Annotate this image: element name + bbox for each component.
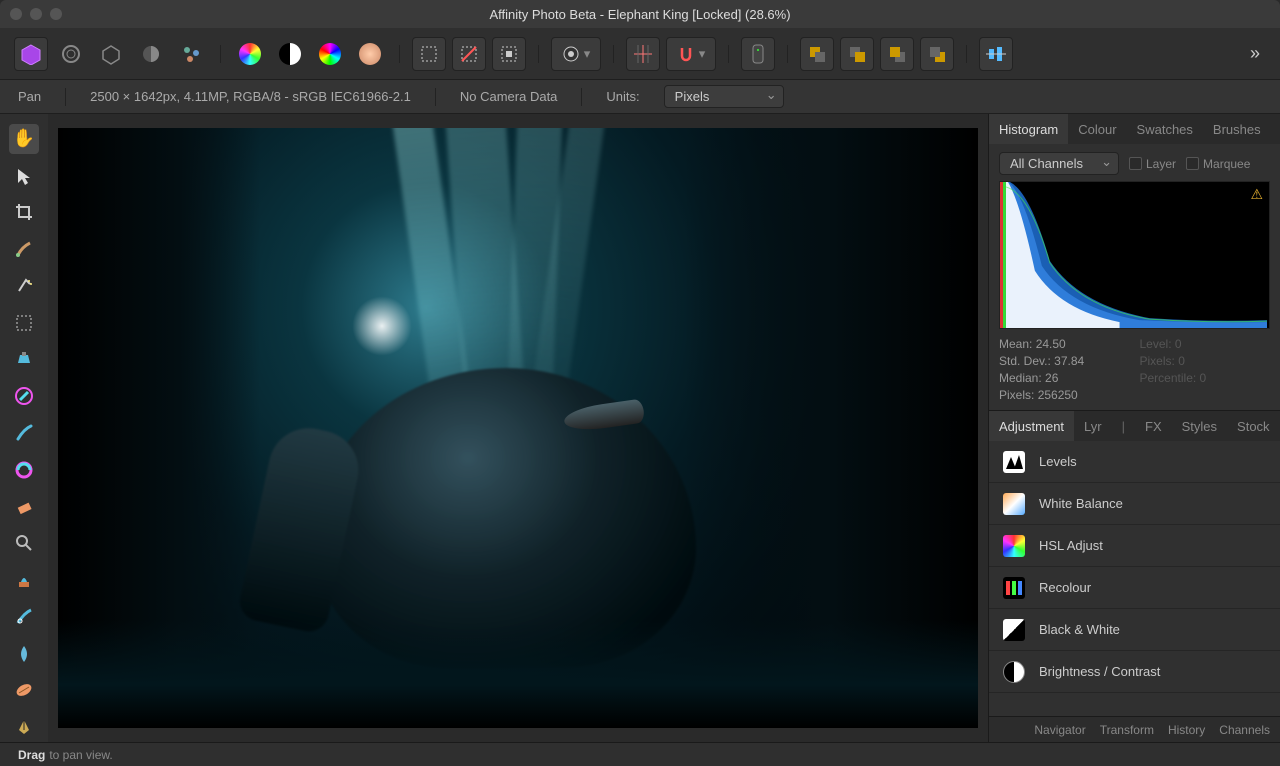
persona-export-button[interactable] [174,37,208,71]
camera-data-label: No Camera Data [460,89,558,104]
tab-history[interactable]: History [1168,723,1205,737]
healing-brush-tool[interactable] [9,602,39,632]
tab-navigator[interactable]: Navigator [1034,723,1085,737]
document-dims-label: 2500 × 1642px, 4.11MP, RGBA/8 - sRGB IEC… [90,89,411,104]
flood-fill-tool[interactable] [9,345,39,375]
soft-circle-icon[interactable] [353,37,387,71]
tab-styles[interactable]: Styles [1172,411,1227,441]
main-toolbar: ▾ ▾ » [0,28,1280,80]
tab-histogram[interactable]: Histogram [989,114,1068,144]
tab-swatches[interactable]: Swatches [1127,114,1203,144]
document-canvas[interactable] [58,128,978,728]
tab-transform[interactable]: Transform [1100,723,1154,737]
active-tool-label: Pan [18,89,41,104]
adjustment-levels[interactable]: Levels [989,441,1280,483]
color-replacement-tool[interactable] [9,455,39,485]
arrange-backward-button[interactable] [840,37,874,71]
bw-icon [1003,619,1025,641]
units-select[interactable]: Pixels [664,85,784,108]
hue-circle-icon[interactable] [313,37,347,71]
adjustment-brightness-contrast[interactable]: Brightness / Contrast [989,651,1280,693]
units-label: Units: [606,89,639,104]
patch-tool[interactable] [9,675,39,705]
quick-mask-button[interactable]: ▾ [551,37,601,71]
persona-photo-button[interactable] [14,37,48,71]
zoom-tool[interactable] [9,528,39,558]
clone-tool[interactable] [9,565,39,595]
rgb-wheel-icon[interactable] [233,37,267,71]
tools-panel: ✋ [0,114,48,742]
marquee-tool[interactable] [9,308,39,338]
persona-tone-button[interactable] [134,37,168,71]
histogram-stats: Mean: 24.50 Level: 0 Std. Dev.: 37.84 Pi… [999,337,1270,402]
channel-select[interactable]: All Channels [999,152,1119,175]
window-title: Affinity Photo Beta - Elephant King [Loc… [0,7,1280,22]
selection-rect-button[interactable] [412,37,446,71]
recolour-icon [1003,577,1025,599]
adjustment-white-balance[interactable]: White Balance [989,483,1280,525]
crop-tool[interactable] [9,198,39,228]
tab-layers[interactable]: Lyr [1074,411,1112,441]
hsl-icon [1003,535,1025,557]
tab-colour[interactable]: Colour [1068,114,1126,144]
bw-circle-icon[interactable] [273,37,307,71]
marquee-checkbox[interactable]: Marquee [1186,157,1250,171]
tab-stock[interactable]: Stock [1227,411,1280,441]
status-hint-text: to pan view. [49,748,112,762]
assistant-button[interactable] [741,37,775,71]
adjustment-recolour[interactable]: Recolour [989,567,1280,609]
persona-liquify-button[interactable] [54,37,88,71]
snapping-button[interactable]: ▾ [666,37,716,71]
canvas-viewport[interactable] [48,114,988,742]
pen-tool[interactable] [9,712,39,742]
arrange-front-button[interactable] [920,37,954,71]
move-tool[interactable] [9,161,39,191]
grid-toggle-button[interactable] [626,37,660,71]
flood-select-tool[interactable] [9,271,39,301]
persona-develop-button[interactable] [94,37,128,71]
levels-icon [1003,451,1025,473]
erase-tool[interactable] [9,492,39,522]
gradient-tool[interactable] [9,381,39,411]
arrange-back-button[interactable] [800,37,834,71]
tab-channels[interactable]: Channels [1219,723,1270,737]
brightness-contrast-icon [1003,661,1025,683]
histogram-panel: All Channels Layer Marquee ⚠ Mean: 24.50… [989,144,1280,410]
status-hint-bold: Drag [18,748,45,762]
status-bar: Drag to pan view. [0,742,1280,766]
top-panel-tabs: Histogram Colour Swatches Brushes [989,114,1280,144]
layer-checkbox[interactable]: Layer [1129,157,1176,171]
adjustment-hsl[interactable]: HSL Adjust [989,525,1280,567]
adjustment-bw[interactable]: Black & White [989,609,1280,651]
tab-adjustment[interactable]: Adjustment [989,411,1074,441]
bottom-panel-tabs: Navigator Transform History Channels [989,716,1280,742]
selection-invert-button[interactable] [492,37,526,71]
hand-tool[interactable]: ✋ [9,124,39,154]
blur-tool[interactable] [9,639,39,669]
arrange-forward-button[interactable] [880,37,914,71]
toolbar-overflow-icon[interactable]: » [1250,43,1266,64]
context-toolbar: Pan 2500 × 1642px, 4.11MP, RGBA/8 - sRGB… [0,80,1280,114]
white-balance-icon [1003,493,1025,515]
clipping-warning-icon: ⚠ [1250,186,1263,203]
mid-panel-tabs: Adjustment Lyr | FX Styles Stock [989,411,1280,441]
selection-deselect-button[interactable] [452,37,486,71]
align-button[interactable] [979,37,1013,71]
adjustments-list: Levels White Balance HSL Adjust Recolour… [989,441,1280,716]
selection-brush-tool[interactable] [9,234,39,264]
histogram-display: ⚠ [999,181,1270,329]
paint-brush-tool[interactable] [9,418,39,448]
tab-fx[interactable]: FX [1135,411,1172,441]
titlebar: Affinity Photo Beta - Elephant King [Loc… [0,0,1280,28]
tab-brushes[interactable]: Brushes [1203,114,1271,144]
studio-panels: Histogram Colour Swatches Brushes All Ch… [988,114,1280,742]
